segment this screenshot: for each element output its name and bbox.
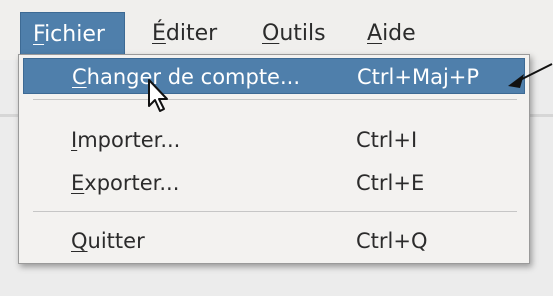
mouse-pointer-icon xyxy=(148,79,168,112)
menu-item-quit[interactable]: Quitter Ctrl+Q xyxy=(23,223,525,259)
label-text: mporter... xyxy=(77,128,181,152)
annotation-arrow-icon xyxy=(508,63,553,88)
menu-item-shortcut: Ctrl+I xyxy=(356,128,418,152)
label-text: xporter... xyxy=(84,171,180,195)
menu-item-shortcut: Ctrl+Q xyxy=(356,229,428,253)
menu-item-shortcut: Ctrl+Maj+P xyxy=(357,65,480,89)
mnemonic: E xyxy=(71,171,85,195)
label-text: uitter xyxy=(87,229,145,253)
menubar: Fichier Éditer Outils Aide xyxy=(0,0,553,60)
menu-edit-mnemonic: É xyxy=(152,21,166,46)
menu-item-label: Importer... xyxy=(71,122,180,158)
menu-tools[interactable]: Outils xyxy=(250,12,340,56)
menu-item-label: Exporter... xyxy=(71,165,179,201)
menu-help-label: ide xyxy=(382,21,416,46)
menu-file[interactable]: Fichier xyxy=(20,12,125,56)
menu-help[interactable]: Aide xyxy=(355,12,430,56)
menu-item-export[interactable]: Exporter... Ctrl+E xyxy=(23,165,525,201)
menu-separator xyxy=(33,99,517,100)
menu-separator xyxy=(33,211,517,212)
menu-item-label: Changer de compte... xyxy=(72,59,300,95)
mnemonic: Q xyxy=(71,229,88,253)
menu-item-label: Quitter xyxy=(71,223,145,259)
mnemonic: C xyxy=(72,65,87,89)
file-menu-dropdown: Changer de compte... Ctrl+Maj+P Importer… xyxy=(18,54,530,264)
label-text: hanger de compte... xyxy=(86,65,301,89)
menu-item-import[interactable]: Importer... Ctrl+I xyxy=(23,122,525,158)
menu-help-mnemonic: A xyxy=(367,21,383,46)
menu-tools-mnemonic: O xyxy=(262,21,280,46)
menu-item-shortcut: Ctrl+E xyxy=(356,171,425,195)
menu-file-mnemonic: F xyxy=(33,22,45,47)
menu-edit[interactable]: Éditer xyxy=(140,12,235,56)
menu-tools-label: utils xyxy=(279,21,326,46)
menu-file-label: ichier xyxy=(44,22,105,47)
menu-edit-label: diter xyxy=(165,21,218,46)
menu-item-switch-account[interactable]: Changer de compte... Ctrl+Maj+P xyxy=(23,58,525,94)
